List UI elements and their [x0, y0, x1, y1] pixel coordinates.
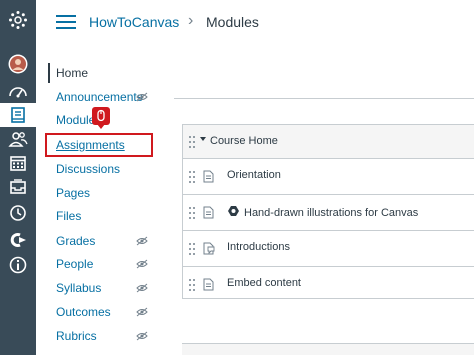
breadcrumb-current: Modules [206, 14, 259, 30]
course-nav-people[interactable]: People [48, 254, 166, 274]
global-navigation [0, 0, 36, 355]
module-item[interactable]: Hand-drawn illustrations for Canvas [183, 195, 474, 231]
avatar[interactable] [0, 52, 36, 76]
dashboard-icon[interactable] [0, 79, 36, 103]
course-nav-rubrics[interactable]: Rubrics [48, 326, 166, 346]
course-nav-announcements[interactable]: Announcements [48, 87, 166, 107]
collapse-caret-icon[interactable] [200, 137, 206, 141]
course-nav-label: Rubrics [56, 329, 97, 343]
module-item-title: Orientation [227, 169, 281, 181]
toolbar-divider [174, 98, 474, 99]
inbox-icon[interactable] [0, 175, 36, 199]
page-icon [203, 170, 214, 188]
course-nav-label: Announcements [56, 90, 143, 104]
course-nav-grades[interactable]: Grades [48, 231, 166, 251]
groups-icon[interactable] [0, 127, 36, 151]
history-icon[interactable] [0, 201, 36, 225]
course-nav-label: Outcomes [56, 305, 111, 319]
drag-handle-icon[interactable] [189, 207, 195, 219]
page-header: HowToCanvas › Modules [36, 0, 474, 44]
breadcrumb-separator-icon: › [188, 12, 194, 29]
course-nav-pages[interactable]: Pages [48, 183, 166, 203]
menu-toggle-icon[interactable] [56, 15, 76, 29]
course-nav-discussions[interactable]: Discussions [48, 159, 166, 179]
next-module-edge [182, 343, 474, 355]
course-nav-label: Files [56, 209, 82, 223]
canvas-badge-icon [227, 205, 240, 220]
module-title: Course Home [210, 135, 278, 147]
hidden-eye-icon [136, 235, 148, 249]
discussion-icon [203, 242, 215, 260]
module-item[interactable]: Orientation [183, 159, 474, 195]
drag-handle-icon[interactable] [189, 136, 195, 148]
course-nav-label: Grades [56, 234, 96, 248]
module-card: Course Home Orientation Hand-drawn illus… [182, 124, 474, 299]
module-item[interactable]: Embed content [183, 267, 474, 303]
canvas-logo-icon[interactable] [0, 8, 36, 32]
course-nav-label: Discussions [56, 162, 121, 176]
breadcrumb-course-link[interactable]: HowToCanvas [89, 14, 179, 30]
course-nav-label: Syllabus [56, 281, 102, 295]
assignments-highlight-box [45, 133, 153, 157]
course-nav-files[interactable]: Files [48, 206, 166, 226]
module-item-title: Embed content [227, 277, 301, 289]
page-icon [203, 278, 214, 296]
page-icon [203, 206, 214, 224]
hidden-eye-icon [136, 282, 148, 296]
mouse-click-pointer-icon [97, 124, 105, 129]
module-header[interactable]: Course Home [183, 125, 474, 159]
commons-icon[interactable] [0, 228, 36, 252]
module-item-title: Hand-drawn illustrations for Canvas [227, 205, 418, 220]
help-icon[interactable] [0, 253, 36, 277]
course-nav-label: People [56, 257, 94, 271]
course-nav-syllabus[interactable]: Syllabus [48, 278, 166, 298]
module-item-title: Introductions [227, 241, 290, 253]
course-nav-label: Home [56, 66, 89, 80]
hidden-eye-icon [136, 91, 148, 105]
hidden-eye-icon [136, 258, 148, 272]
module-items: Orientation Hand-drawn illustrations for… [183, 159, 474, 300]
courses-icon[interactable] [0, 103, 36, 127]
calendar-icon[interactable] [0, 151, 36, 175]
drag-handle-icon[interactable] [189, 243, 195, 255]
module-item[interactable]: Introductions [183, 231, 474, 267]
course-nav-outcomes[interactable]: Outcomes [48, 302, 166, 322]
mouse-click-icon [92, 107, 110, 125]
course-nav-home[interactable]: Home [48, 63, 168, 83]
drag-handle-icon[interactable] [189, 171, 195, 183]
hidden-eye-icon [136, 306, 148, 320]
hidden-eye-icon [136, 330, 148, 344]
course-nav-label: Pages [56, 186, 91, 200]
drag-handle-icon[interactable] [189, 279, 195, 291]
